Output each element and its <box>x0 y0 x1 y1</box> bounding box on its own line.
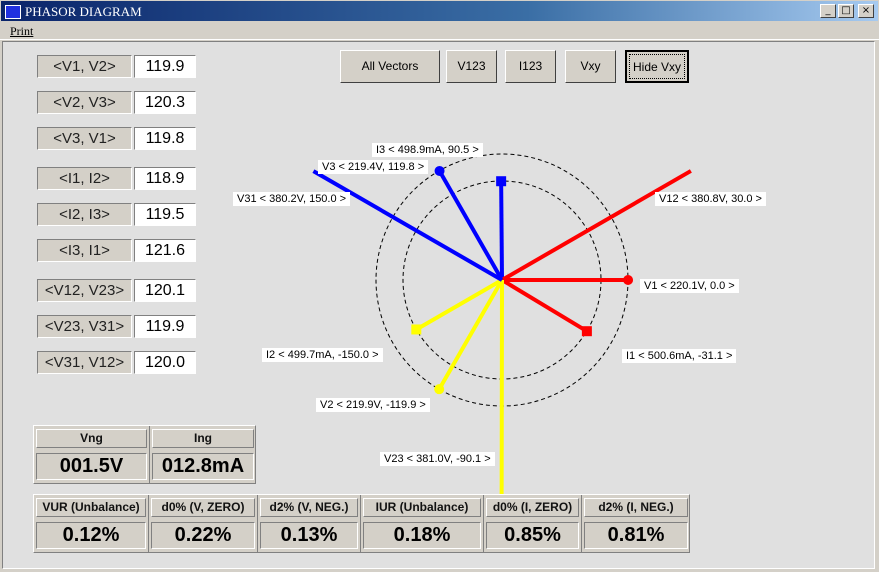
phasor-label-v12: V12 < 380.8V, 30.0 > <box>655 192 766 206</box>
marker-i1 <box>581 326 592 337</box>
unbalance-value: 0.13% <box>260 522 358 549</box>
unbalance-value: 0.18% <box>363 522 481 549</box>
unbalance-label: VUR (Unbalance) <box>36 498 146 517</box>
marker-i2 <box>411 324 422 335</box>
phasor-label-i2: I2 < 499.7mA, -150.0 > <box>262 348 383 362</box>
unbalance-label: d0% (V, ZERO) <box>151 498 255 517</box>
neutral-panel: Vng 001.5V Ing 012.8mA <box>33 425 256 484</box>
marker-i3 <box>496 176 507 187</box>
vector-i1 <box>500 278 588 333</box>
unbalance-value: 0.81% <box>584 522 688 549</box>
unbalance-panel: VUR (Unbalance) 0.12% d0% (V, ZERO) 0.22% … <box>33 494 690 553</box>
unbalance-value: 0.22% <box>151 522 255 549</box>
unbalance-value: 0.85% <box>486 522 579 549</box>
vector-i3 <box>499 181 504 281</box>
phasor-label-i3: I3 < 498.9mA, 90.5 > <box>372 143 483 157</box>
marker-v2 <box>434 384 445 395</box>
unbalance-label: d2% (V, NEG.) <box>260 498 358 517</box>
phasor-label-v31: V31 < 380.2V, 150.0 > <box>233 192 351 206</box>
marker-v3 <box>434 165 445 176</box>
phasor-label-v1: V1 < 220.1V, 0.0 > <box>640 279 739 293</box>
vector-v31 <box>312 169 504 282</box>
vector-v12 <box>501 169 692 282</box>
unbalance-label: d2% (I, NEG.) <box>584 498 688 517</box>
vng-value: 001.5V <box>36 453 147 480</box>
phasor-label-i1: I1 < 500.6mA, -31.1 > <box>622 349 737 363</box>
unbalance-label: IUR (Unbalance) <box>363 498 481 517</box>
phasor-label-v3: V3 < 219.4V, 119.8 > <box>318 160 429 174</box>
ing-value: 012.8mA <box>152 453 254 480</box>
unbalance-value: 0.12% <box>36 522 146 549</box>
phasor-diagram <box>312 153 692 499</box>
phasor-label-v2: V2 < 219.9V, -119.9 > <box>316 398 430 412</box>
phasor-label-v23: V23 < 381.0V, -90.1 > <box>380 452 495 466</box>
ing-label: Ing <box>152 429 254 448</box>
vng-label: Vng <box>36 429 147 448</box>
unbalance-label: d0% (I, ZERO) <box>486 498 579 517</box>
marker-v1 <box>623 275 634 285</box>
